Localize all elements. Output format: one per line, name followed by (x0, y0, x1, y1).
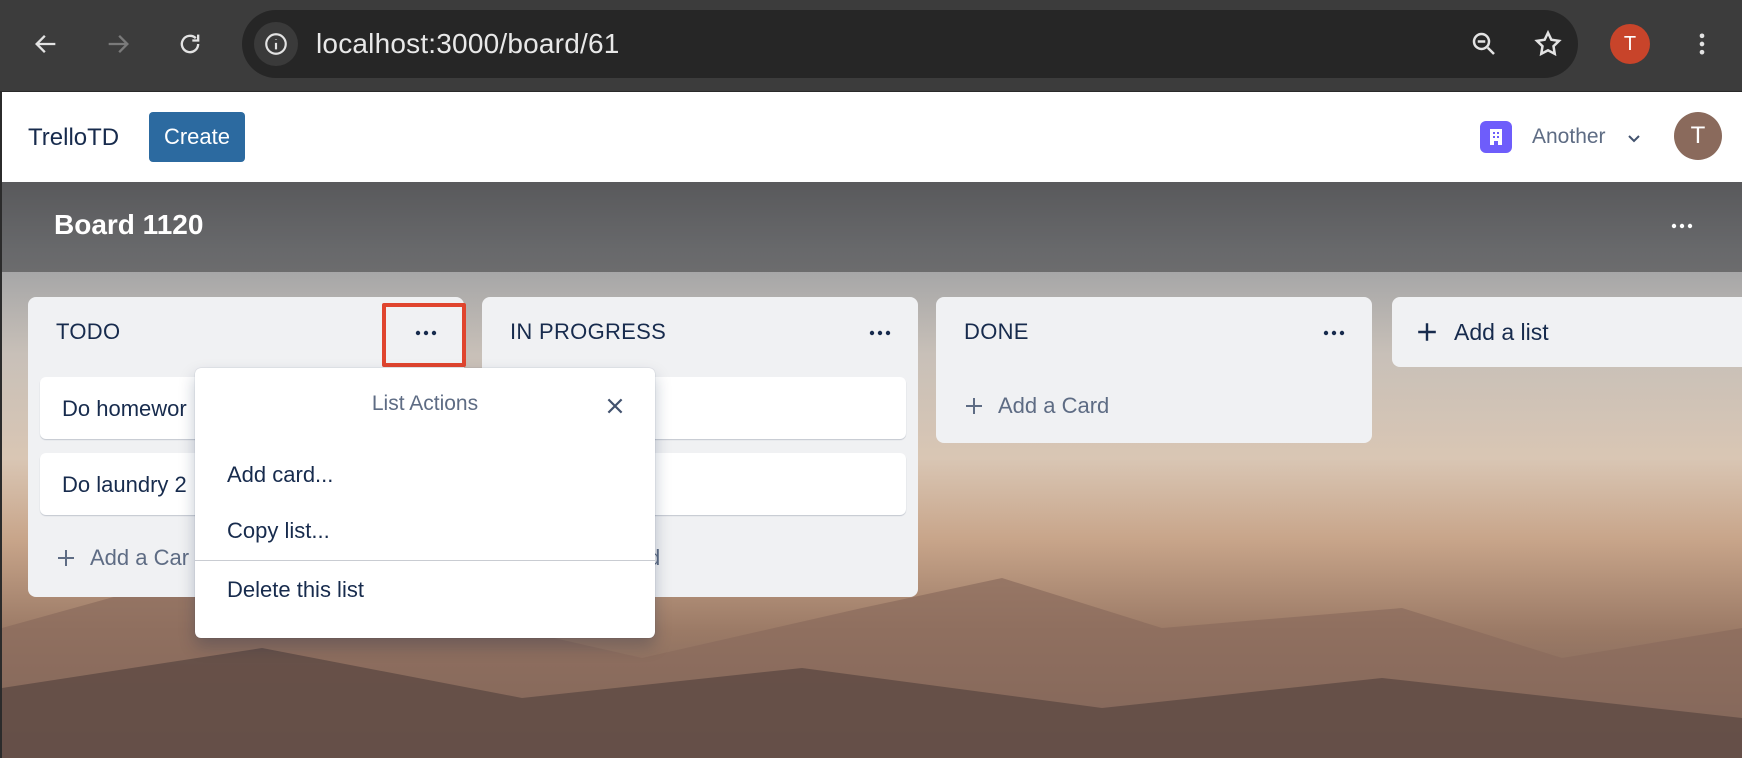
add-card-label: Add a Car (90, 545, 190, 570)
user-avatar[interactable]: T (1674, 112, 1722, 160)
reload-button[interactable] (168, 22, 212, 66)
board-header: Board 1120 (2, 182, 1742, 272)
board-title[interactable]: Board 1120 (54, 209, 203, 241)
divider (195, 560, 655, 561)
chevron-down-icon[interactable] (1624, 128, 1644, 148)
site-info-button[interactable] (254, 22, 298, 66)
star-icon (1534, 29, 1562, 57)
horizontal-dots-icon (1671, 223, 1693, 229)
list-title[interactable]: TODO (56, 319, 120, 345)
browser-menu-button[interactable] (1682, 24, 1722, 64)
workspace-icon[interactable] (1480, 121, 1512, 153)
bookmark-button[interactable] (1530, 26, 1566, 62)
list-done: DONE Add a Card (936, 297, 1372, 443)
list-title[interactable]: IN PROGRESS (510, 319, 666, 345)
copy-list-action[interactable]: Copy list... (227, 518, 330, 544)
plus-icon (1418, 323, 1436, 341)
plus-icon (58, 550, 74, 566)
workspace-switcher[interactable]: Another (1532, 125, 1606, 149)
create-button[interactable]: Create (149, 112, 245, 162)
list-title[interactable]: DONE (964, 319, 1029, 345)
info-icon (265, 33, 287, 55)
plus-icon (966, 398, 982, 414)
add-list-label: Add a list (1454, 318, 1549, 345)
forward-button[interactable] (96, 22, 140, 66)
list-actions-popover: List Actions Add card... Copy list... De… (195, 368, 655, 638)
card-title: Do laundry 2 (62, 472, 187, 497)
app-header: TrelloTD Create Another T (2, 92, 1742, 182)
list-menu-button[interactable] (860, 317, 900, 349)
vertical-dots-icon (1699, 33, 1705, 55)
app-brand[interactable]: TrelloTD (28, 124, 119, 152)
add-card-button[interactable]: Add a Car (56, 545, 189, 571)
popover-title: List Actions (371, 392, 479, 415)
add-card-label: Add a Card (998, 393, 1110, 418)
arrow-right-icon (108, 35, 129, 53)
zoom-out-icon (1472, 32, 1495, 55)
board-menu-button[interactable] (1662, 210, 1702, 242)
highlight-annotation (382, 303, 466, 367)
close-button[interactable] (601, 392, 629, 420)
url-text[interactable]: localhost:3000/board/61 (316, 28, 620, 60)
address-bar[interactable]: localhost:3000/board/61 (242, 10, 1578, 78)
add-card-action[interactable]: Add card... (227, 462, 333, 488)
browser-profile-avatar[interactable]: T (1610, 24, 1650, 64)
delete-list-action[interactable]: Delete this list (227, 577, 364, 603)
card-title: Do homewor (62, 396, 187, 421)
close-icon (607, 398, 623, 414)
add-card-button[interactable]: Add a Card (964, 393, 1109, 419)
zoom-button[interactable] (1466, 26, 1502, 62)
add-list-button[interactable]: Add a list (1392, 297, 1742, 367)
horizontal-dots-icon (1323, 330, 1345, 336)
browser-toolbar: localhost:3000/board/61 T (0, 0, 1742, 92)
reload-icon (180, 34, 200, 54)
horizontal-dots-icon (869, 330, 891, 336)
arrow-left-icon (35, 35, 56, 53)
building-icon (1490, 129, 1502, 145)
back-button[interactable] (24, 22, 68, 66)
list-menu-button[interactable] (1314, 317, 1354, 349)
